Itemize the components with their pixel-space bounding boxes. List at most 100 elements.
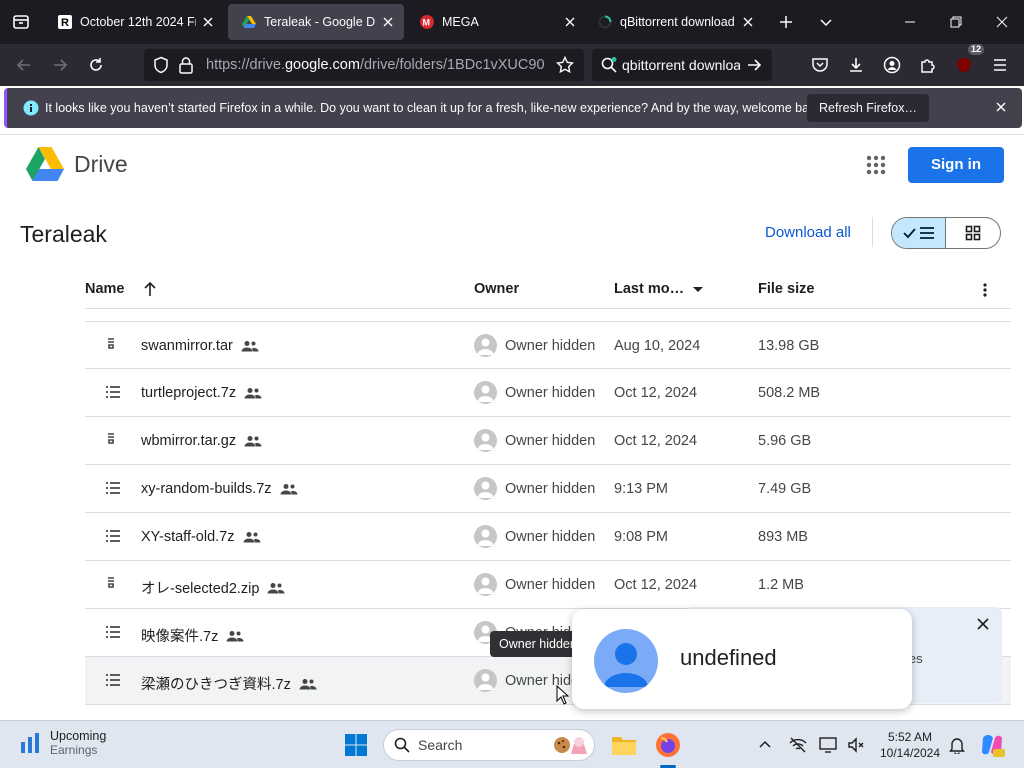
owner-cell: Owner hidden [474,477,595,500]
reload-button[interactable] [80,49,112,81]
file-name-cell: turtleproject.7z [141,385,262,401]
table-row[interactable]: turtleproject.7z Owner hidden Oct 12, 2024… [85,369,1011,417]
table-row[interactable]: XY-staff-old.7z Owner hidden 9:08 PM 893 MB [85,513,1011,561]
more-options-button[interactable] [977,281,993,299]
tab-qbittorrent[interactable]: qBittorrent download | q [584,4,764,40]
close-notification-icon[interactable] [994,100,1008,114]
tab-google-drive[interactable]: Teraleak - Google Drive [228,4,404,40]
grid-layout-button[interactable] [946,218,1000,248]
table-row[interactable]: wbmirror.tar.gz Owner hidden Oct 12, 2024 5… [85,417,1011,465]
new-tab-button[interactable] [766,0,806,44]
file-size: 13.98 GB [758,338,820,354]
tracking-shield-icon[interactable] [152,56,170,74]
check-list-icon [902,227,934,239]
download-all-link[interactable]: Download all [765,224,851,241]
tab-teraleak-article[interactable]: R October 12th 2024 Freak [44,4,224,40]
avatar [474,381,497,404]
file-name: 映像案件.7z [141,629,219,645]
app-menu-button[interactable] [984,49,1016,81]
system-clock[interactable]: 5:52 AM 10/14/2024 [872,729,948,761]
widget-subtitle: Earnings [50,743,98,757]
monitor-icon [819,737,837,753]
downloads-button[interactable] [840,49,872,81]
avatar [474,334,497,357]
account-button[interactable] [876,49,908,81]
list-all-tabs-button[interactable] [0,0,42,44]
taskbar-search[interactable]: Search [383,729,595,761]
size-column-header[interactable]: File size [758,281,814,297]
avatar [474,525,497,548]
close-tab-icon[interactable] [376,10,400,34]
google-apps-button[interactable] [864,153,888,177]
archive-icon [105,577,117,591]
apps-grid-icon [866,155,886,175]
list-icon [105,673,121,687]
drive-logo[interactable]: Drive [26,147,128,181]
firefox-taskbar-button[interactable] [652,729,684,761]
list-layout-button[interactable] [892,218,947,248]
show-hidden-icons-button[interactable] [752,729,778,761]
owner-cell: Owner hidden [474,381,595,404]
firefox-icon [656,733,680,757]
close-tab-icon[interactable] [196,10,220,34]
sort-arrow-up-icon[interactable] [143,281,157,297]
clock-date: 10/14/2024 [879,746,941,760]
table-row[interactable]: xy-random-builds.7z Owner hidden 9:13 PM 7.… [85,465,1011,513]
file-name-cell: xy-random-builds.7z [141,481,298,497]
extensions-button[interactable] [912,49,944,81]
file-name-cell: swanmirror.tar [141,338,259,354]
file-explorer-button[interactable] [608,729,640,761]
forward-button[interactable] [44,49,76,81]
shared-people-icon [241,341,259,352]
search-bar[interactable]: qbittorrent download [592,49,772,81]
network-status-button[interactable] [784,729,812,761]
close-tab-icon[interactable] [558,10,582,34]
lock-icon[interactable] [178,56,194,74]
site-r-icon: R [58,15,72,29]
start-button[interactable] [340,729,372,761]
table-row[interactable]: swanmirror.tar Owner hidden Aug 10, 2024 13… [85,321,1011,369]
back-button[interactable] [8,49,40,81]
ublock-extension-button[interactable]: 12 [948,44,984,81]
name-column-header[interactable]: Name [85,281,157,297]
modified-date: Oct 12, 2024 [614,433,698,449]
tab-mega[interactable]: M MEGA [406,4,586,40]
display-button[interactable] [814,729,842,761]
owner-cell: Owner hidden [474,525,595,548]
table-row[interactable]: オレ-selected2.zip Owner hidden Oct 12, 2024… [85,561,1011,609]
tab-title: October 12th 2024 Freak [80,15,196,29]
close-icon[interactable] [976,617,990,631]
all-tabs-dropdown[interactable] [806,0,846,44]
info-icon [23,100,39,116]
owner-column-header[interactable]: Owner [474,281,519,297]
shared-people-icon [244,436,262,447]
name-column-label: Name [85,281,125,297]
chevron-down-icon [820,19,832,27]
notifications-button[interactable] [944,729,970,761]
modified-column-label: Last mo… [614,281,685,297]
close-tab-icon[interactable] [736,10,760,34]
modified-column-header[interactable]: Last mo… [614,281,704,297]
modified-date: Oct 12, 2024 [614,577,698,593]
file-name-cell: オレ-selected2.zip [141,577,285,598]
sign-in-button[interactable]: Sign in [908,147,1004,183]
puzzle-icon [921,59,935,73]
go-arrow-icon[interactable] [746,57,762,73]
bookmark-star-icon[interactable] [556,56,574,74]
restore-button[interactable] [936,0,976,44]
volume-button[interactable] [842,729,870,761]
caret-down-icon [693,287,704,292]
shared-people-icon [226,630,244,641]
owner-name: Owner hidden [505,384,596,401]
chevron-up-icon [759,740,771,748]
list-icon [105,529,121,543]
search-engine-icon [600,56,618,74]
folder-icon [612,737,636,755]
widgets-button[interactable]: Upcoming Earnings [20,729,106,757]
refresh-firefox-button[interactable]: Refresh Firefox… [807,94,929,122]
minimize-button[interactable] [890,0,930,44]
url-bar[interactable]: https://drive.google.com/drive/folders/1… [144,49,584,81]
pocket-button[interactable] [804,49,836,81]
close-window-button[interactable] [982,0,1022,44]
copilot-button[interactable] [976,729,1008,761]
